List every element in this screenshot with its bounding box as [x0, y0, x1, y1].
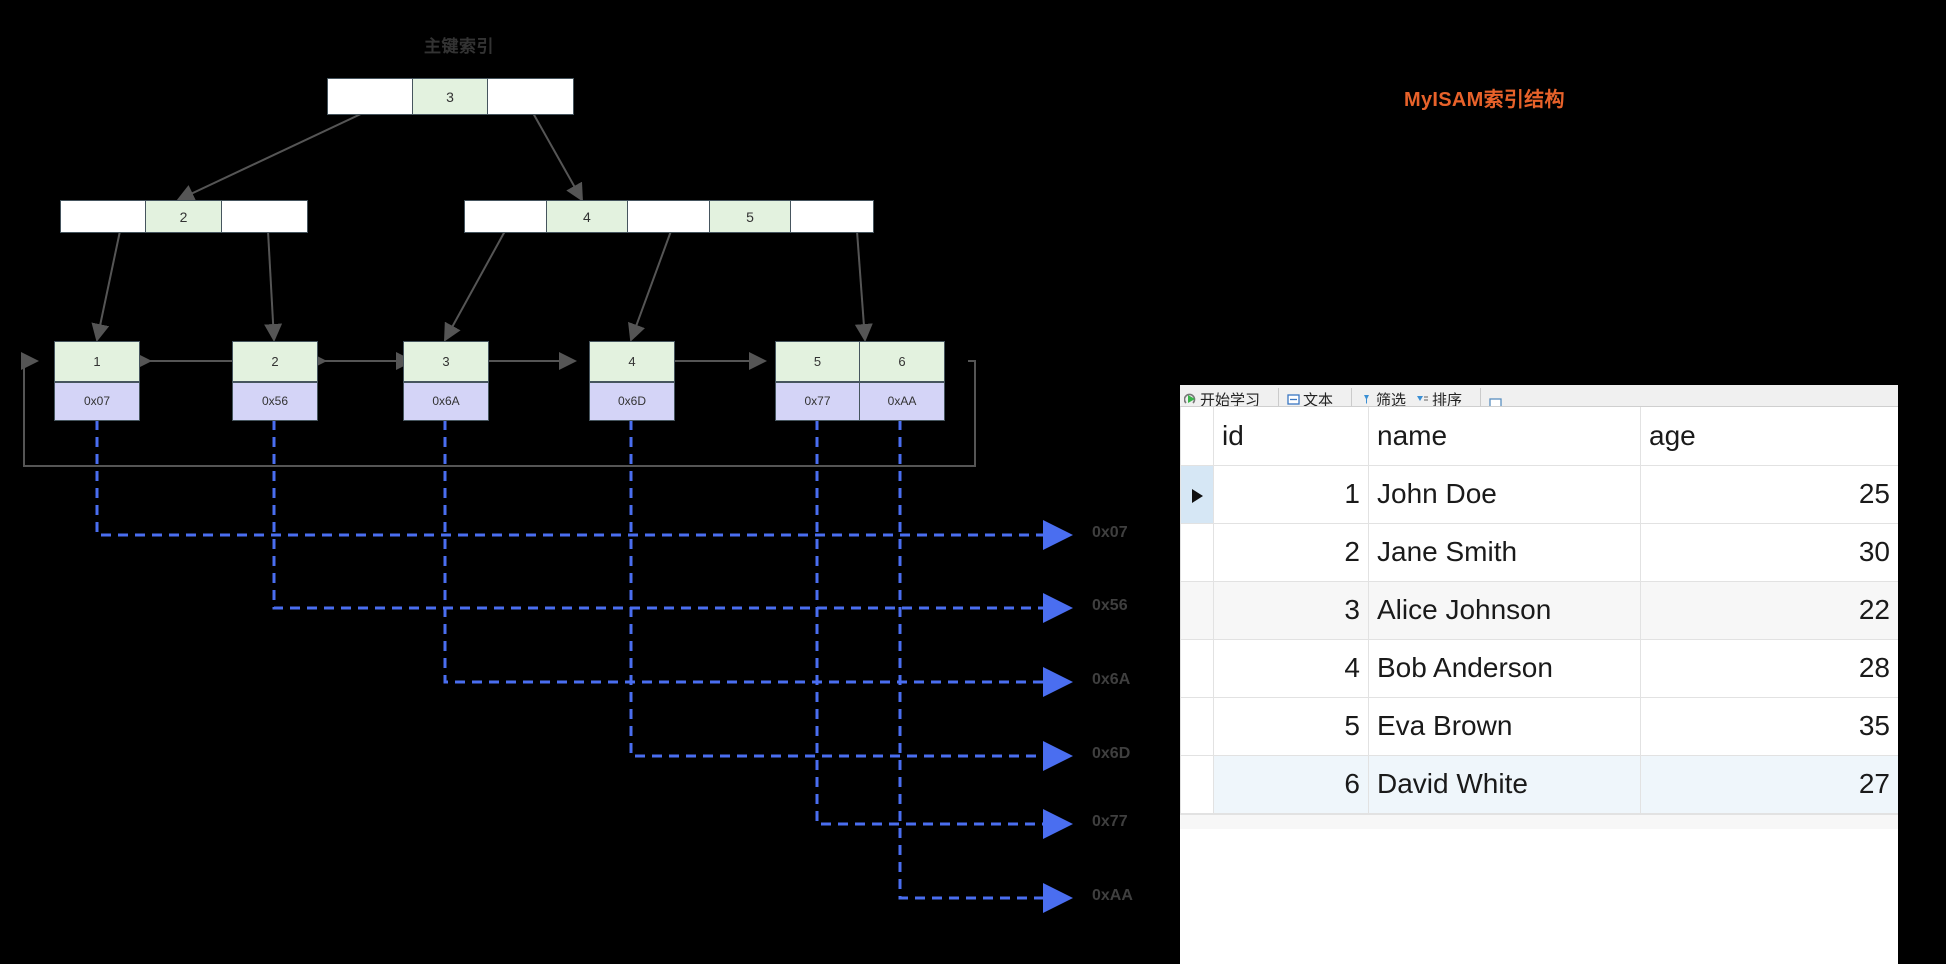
table-row[interactable]: 2 Jane Smith 30 — [1180, 522, 1898, 582]
primary-index-title: 主键索引 — [424, 37, 494, 56]
root-cell-0 — [328, 79, 414, 114]
toolbar-divider-2 — [1351, 388, 1353, 406]
cell-age-6[interactable]: 27 — [1640, 754, 1898, 814]
grid-bottom-strip — [1180, 813, 1898, 829]
btree-root-node[interactable]: 3 — [327, 78, 574, 115]
table-header-row: id name age — [1180, 407, 1898, 466]
cell-age-2[interactable]: 30 — [1640, 522, 1898, 582]
filter-icon — [1360, 393, 1373, 406]
toolbar-filter[interactable]: 筛选 — [1360, 389, 1407, 407]
cell-id-1[interactable]: 1 — [1213, 464, 1369, 524]
internal-right-cell-0 — [465, 201, 547, 232]
internal-right-cell-3: 5 — [709, 201, 792, 232]
diagram-canvas: 主键索引 MyISAM索引结构 3 2 4 5 1 0x07 2 0x56 3 … — [0, 0, 1946, 964]
leaf-2-ptr-0: 0x56 — [233, 382, 317, 420]
leaf-3-key-0: 3 — [404, 342, 488, 382]
address-label-1: 0x56 — [1092, 597, 1128, 614]
leaf-5-ptr-0: 0x77 — [776, 382, 860, 420]
myisam-structure-title: MyISAM索引结构 — [1404, 89, 1565, 111]
btree-leaf-3[interactable]: 3 0x6A — [403, 341, 489, 421]
address-label-4: 0x77 — [1092, 813, 1128, 830]
cell-id-4[interactable]: 4 — [1213, 638, 1369, 698]
btree-leaf-2[interactable]: 2 0x56 — [232, 341, 318, 421]
internal-right-cell-4 — [791, 201, 873, 232]
internal-right-cell-2 — [628, 201, 710, 232]
cell-age-3[interactable]: 22 — [1640, 580, 1898, 640]
btree-internal-node-right[interactable]: 4 5 — [464, 200, 874, 233]
root-cell-2 — [487, 79, 573, 114]
toolbar-sort-label: 排序 — [1432, 392, 1463, 407]
sort-icon — [1416, 393, 1429, 406]
row-selector-3[interactable] — [1180, 580, 1214, 640]
root-cell-1: 3 — [413, 79, 488, 114]
cell-name-3[interactable]: Alice Johnson — [1368, 580, 1641, 640]
internal-left-cell-2 — [222, 201, 307, 232]
play-icon — [1183, 393, 1197, 406]
internal-left-cell-1: 2 — [145, 201, 223, 232]
leaf-4-key-0: 4 — [590, 342, 674, 382]
leaf-5-key-0: 5 — [776, 342, 860, 382]
cell-name-2[interactable]: Jane Smith — [1368, 522, 1641, 582]
toolbar-start-learning[interactable]: 开始学习 — [1183, 389, 1261, 407]
cell-name-5[interactable]: Eva Brown — [1368, 696, 1641, 756]
grid-toolbar: 开始学习 文本 筛选 排序 — [1180, 385, 1898, 407]
data-table[interactable]: id name age 1 John Doe 25 2 Jane Smith 3… — [1180, 407, 1898, 814]
row-selector-5[interactable] — [1180, 696, 1214, 756]
table-row[interactable]: 6 David White 27 — [1180, 754, 1898, 814]
table-row[interactable]: 1 John Doe 25 — [1180, 464, 1898, 524]
data-grid-window: 开始学习 文本 筛选 排序 id name age 1 John Doe 25 … — [1180, 385, 1898, 964]
cell-age-5[interactable]: 35 — [1640, 696, 1898, 756]
leaf-1-ptr-0: 0x07 — [55, 382, 139, 420]
cell-age-1[interactable]: 25 — [1640, 464, 1898, 524]
cell-name-6[interactable]: David White — [1368, 754, 1641, 814]
toolbar-text[interactable]: 文本 — [1287, 389, 1334, 407]
toolbar-divider-3 — [1480, 388, 1482, 406]
leaf-5-ptr-1: 0xAA — [860, 382, 944, 420]
row-selector-1[interactable] — [1180, 464, 1214, 524]
row-selector-6[interactable] — [1180, 754, 1214, 814]
leaf-2-key-0: 2 — [233, 342, 317, 382]
cell-name-4[interactable]: Bob Anderson — [1368, 638, 1641, 698]
btree-leaf-5[interactable]: 5 6 0x77 0xAA — [775, 341, 945, 421]
address-label-5: 0xAA — [1092, 887, 1133, 904]
toolbar-divider-1 — [1278, 388, 1280, 406]
btree-leaf-1[interactable]: 1 0x07 — [54, 341, 140, 421]
btree-leaf-4[interactable]: 4 0x6D — [589, 341, 675, 421]
cell-id-2[interactable]: 2 — [1213, 522, 1369, 582]
toolbar-sort[interactable]: 排序 — [1416, 389, 1463, 407]
leaf-4-ptr-0: 0x6D — [590, 382, 674, 420]
header-id[interactable]: id — [1213, 407, 1369, 466]
panel-icon — [1489, 397, 1502, 406]
header-age[interactable]: age — [1640, 407, 1898, 466]
row-selector-2[interactable] — [1180, 522, 1214, 582]
address-label-2: 0x6A — [1092, 671, 1131, 688]
cell-id-6[interactable]: 6 — [1213, 754, 1369, 814]
row-selector-4[interactable] — [1180, 638, 1214, 698]
cell-name-1[interactable]: John Doe — [1368, 464, 1641, 524]
text-icon — [1287, 393, 1300, 406]
leaf-5-key-1: 6 — [860, 342, 944, 382]
current-row-icon — [1191, 489, 1203, 503]
address-label-3: 0x6D — [1092, 745, 1131, 762]
toolbar-text-label: 文本 — [1303, 392, 1334, 407]
cell-id-3[interactable]: 3 — [1213, 580, 1369, 640]
toolbar-filter-label: 筛选 — [1376, 392, 1407, 407]
cell-age-4[interactable]: 28 — [1640, 638, 1898, 698]
cell-id-5[interactable]: 5 — [1213, 696, 1369, 756]
header-name[interactable]: name — [1368, 407, 1641, 466]
leaf-3-ptr-0: 0x6A — [404, 382, 488, 420]
table-row[interactable]: 4 Bob Anderson 28 — [1180, 638, 1898, 698]
table-row[interactable]: 3 Alice Johnson 22 — [1180, 580, 1898, 640]
internal-right-cell-1: 4 — [546, 201, 629, 232]
table-row[interactable]: 5 Eva Brown 35 — [1180, 696, 1898, 756]
toolbar-start-learning-label: 开始学习 — [1200, 392, 1261, 407]
leaf-1-key-0: 1 — [55, 342, 139, 382]
toolbar-extra[interactable] — [1489, 397, 1502, 406]
btree-internal-node-left[interactable]: 2 — [60, 200, 308, 233]
header-selector — [1180, 407, 1214, 466]
internal-left-cell-0 — [61, 201, 146, 232]
address-label-0: 0x07 — [1092, 524, 1128, 541]
